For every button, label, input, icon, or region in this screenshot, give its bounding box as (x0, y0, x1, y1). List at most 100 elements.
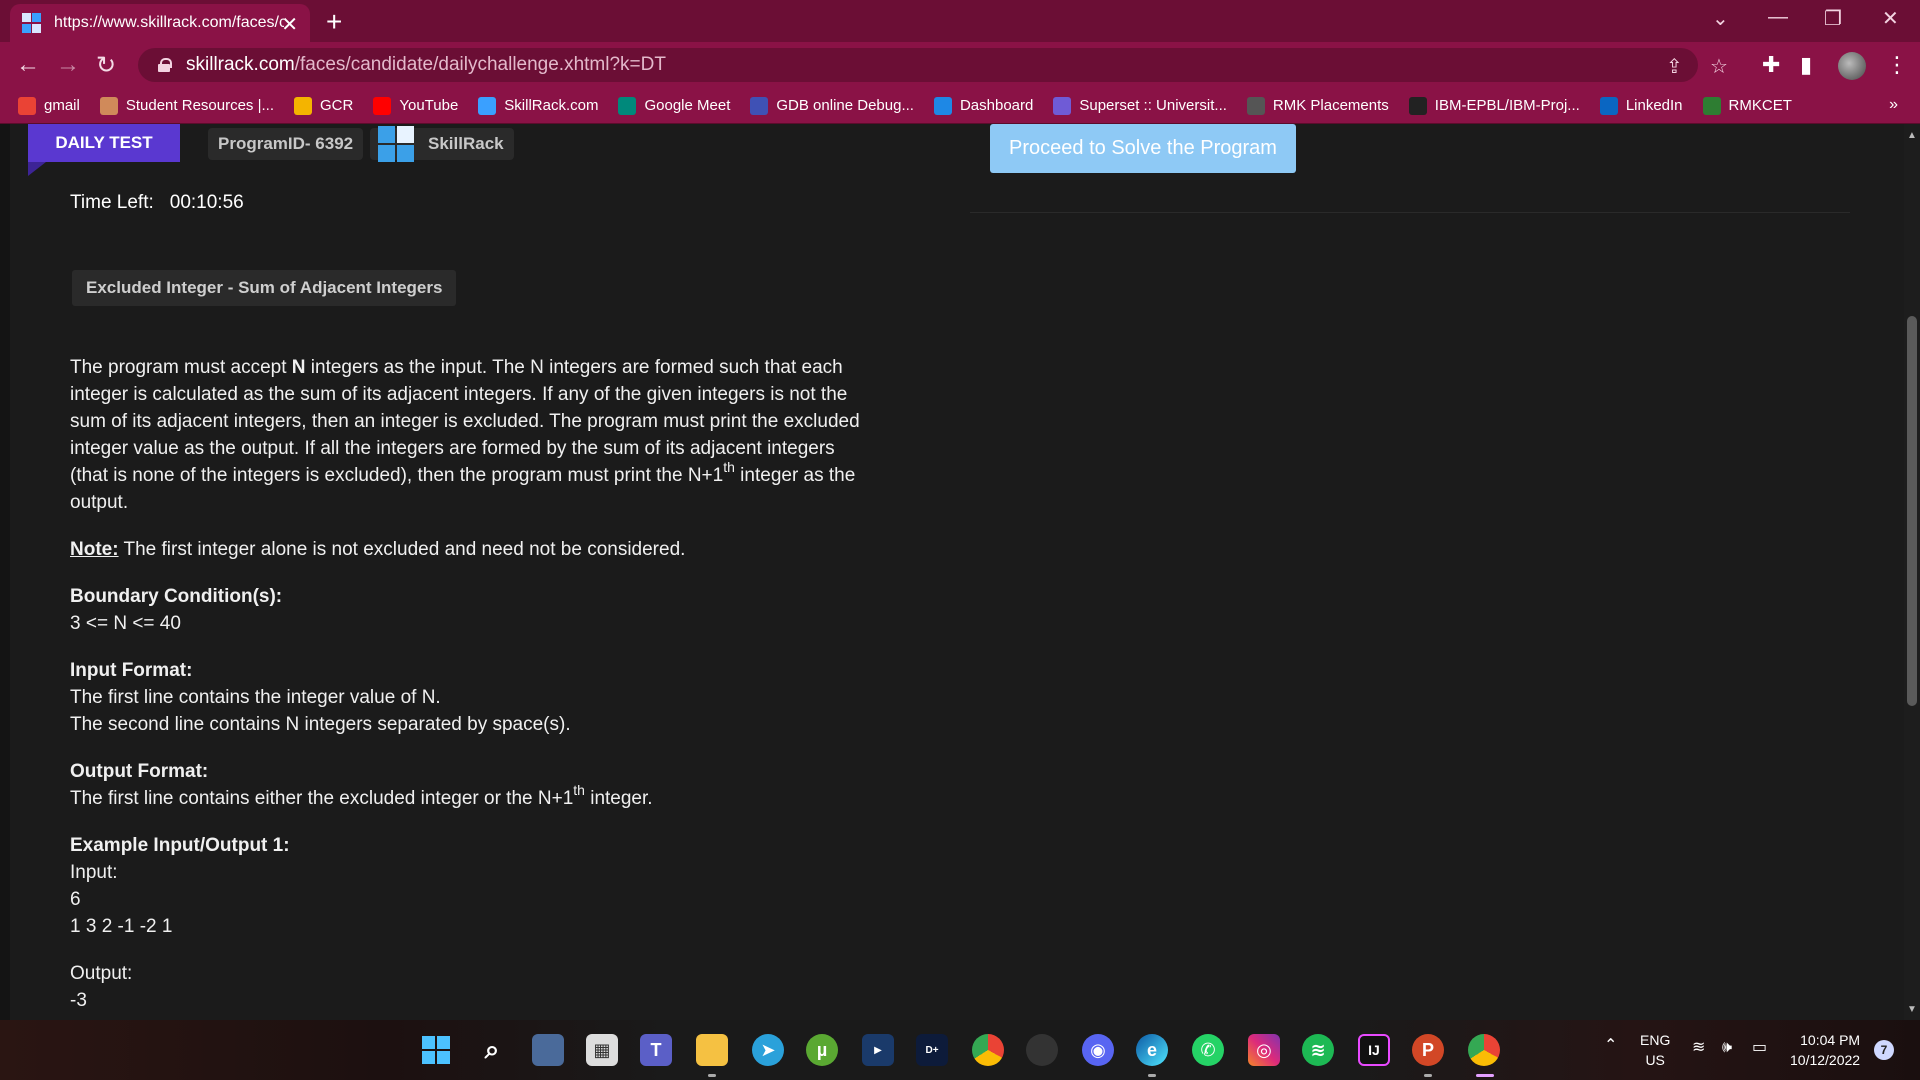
bookmark-item[interactable]: RMK Placements (1246, 96, 1389, 115)
bookmark-label: IBM-EPBL/IBM-Proj... (1434, 97, 1580, 114)
disney-hotstar-icon[interactable]: D+ (916, 1034, 948, 1066)
forward-button[interactable]: → (56, 51, 80, 79)
widgets-icon[interactable] (532, 1034, 564, 1066)
bookmark-label: YouTube (399, 97, 459, 114)
taskbar-running-indicator (1424, 1074, 1432, 1077)
example-output-label: Output: (70, 963, 133, 984)
output-format-text: The first line contains either the exclu… (70, 788, 574, 809)
note-label: Note: (70, 539, 119, 560)
bookmark-item[interactable]: YouTube (373, 96, 459, 115)
whatsapp-icon[interactable]: ✆ (1192, 1034, 1224, 1066)
bookmark-label: SkillRack.com (504, 97, 599, 114)
side-panel-icon[interactable]: ▮ (1800, 52, 1812, 78)
browser-tab[interactable]: https://www.skillrack.com/faces/c ✕ (10, 4, 310, 42)
discord-icon[interactable]: ◉ (1082, 1034, 1114, 1066)
time-left: Time Left: 00:10:56 (70, 192, 244, 214)
rmk-placements-icon (1246, 96, 1265, 115)
input-format-heading: Input Format: (70, 660, 193, 681)
language-indicator[interactable]: ENG US (1640, 1030, 1670, 1070)
spotify-icon[interactable]: ≋ (1302, 1034, 1334, 1066)
extensions-icon[interactable]: ✚ (1762, 52, 1780, 78)
wifi-icon[interactable]: ≋ (1692, 1038, 1705, 1058)
url-input[interactable]: skillrack.com/faces/candidate/dailychall… (138, 48, 1728, 82)
volume-icon[interactable]: 🕪 (1722, 1038, 1732, 1058)
instagram-icon[interactable]: ◎ (1248, 1034, 1280, 1066)
time-left-value: 00:10:56 (169, 192, 244, 213)
utorrent-icon[interactable]: µ (806, 1034, 838, 1066)
page-scrollbar[interactable]: ▲ ▼ (1904, 124, 1920, 1020)
example-output-value: -3 (70, 990, 87, 1011)
bookmark-item[interactable]: GCR (294, 96, 354, 115)
intellij-icon[interactable]: IJ (1358, 1034, 1390, 1066)
bookmark-item[interactable]: Superset :: Universit... (1053, 96, 1227, 115)
menu-kebab-icon[interactable]: ⋮ (1886, 52, 1908, 78)
back-button[interactable]: ← (16, 51, 40, 79)
scroll-thumb[interactable] (1907, 316, 1917, 706)
url-host: skillrack.com (186, 54, 295, 75)
desc-text: output. (70, 492, 129, 513)
proceed-to-solve-button[interactable]: Proceed to Solve the Program (990, 124, 1296, 173)
clock[interactable]: 10:04 PM 10/12/2022 (1790, 1030, 1860, 1070)
reload-button[interactable]: ↻ (96, 51, 116, 80)
boundary-heading: Boundary Condition(s): (70, 586, 283, 607)
desc-text: integer as the (734, 465, 856, 486)
bookmark-item[interactable]: SkillRack.com (478, 96, 599, 115)
example-section: Example Input/Output 1: Input: 6 1 3 2 -… (70, 832, 920, 940)
dashboard-icon (933, 96, 952, 115)
example-output-section: Output: -3 (70, 960, 920, 1014)
youtube-icon (373, 96, 392, 115)
edge-icon[interactable]: e (1136, 1034, 1168, 1066)
clock-date: 10/12/2022 (1790, 1052, 1861, 1068)
page-content: DAILY TEST ProgramID- 6392 SkillRack Pro… (0, 124, 1904, 1020)
chrome-active-icon[interactable] (1468, 1034, 1500, 1066)
new-tab-button[interactable]: + (326, 6, 342, 38)
scroll-down-arrow-icon[interactable]: ▼ (1907, 1004, 1917, 1015)
windows-start-icon[interactable] (420, 1034, 452, 1066)
bookmarks-overflow-icon[interactable]: » (1889, 96, 1898, 114)
bookmark-label: Superset :: Universit... (1079, 97, 1227, 114)
close-window-button[interactable]: ✕ (1882, 6, 1899, 31)
notification-badge[interactable]: 7 (1874, 1040, 1894, 1060)
chrome-icon[interactable] (972, 1034, 1004, 1066)
program-id-badge: ProgramID- 6392 (208, 128, 364, 160)
bookmark-item[interactable]: GDB online Debug... (750, 96, 914, 115)
bookmark-item[interactable]: Google Meet (618, 96, 730, 115)
show-hidden-icons-icon[interactable]: ⌃ (1604, 1036, 1617, 1056)
profile-avatar[interactable] (1838, 52, 1866, 80)
minimize-button[interactable]: — (1768, 6, 1788, 29)
powerpoint-icon[interactable]: P (1412, 1034, 1444, 1066)
tab-search-icon[interactable]: ⌄ (1712, 6, 1729, 31)
bookmark-item[interactable]: LinkedIn (1599, 96, 1683, 115)
store-icon[interactable]: ▦ (586, 1034, 618, 1066)
telegram-icon[interactable]: ➤ (752, 1034, 784, 1066)
ribbon-fold (28, 162, 46, 176)
search-icon[interactable]: ⌕ (476, 1034, 508, 1066)
time-left-label: Time Left: (70, 192, 154, 213)
scroll-up-arrow-icon[interactable]: ▲ (1907, 130, 1917, 141)
address-bar: ← → ↻ skillrack.com/faces/candidate/dail… (0, 42, 1920, 88)
teams-icon[interactable]: T (640, 1034, 672, 1066)
share-icon[interactable]: ⇪ (1666, 54, 1683, 79)
bookmark-star-icon[interactable]: ☆ (1710, 54, 1728, 79)
google-classroom-icon (294, 96, 312, 115)
bookmark-item[interactable]: gmail (18, 96, 80, 115)
prime-video-icon[interactable]: ▶ (862, 1034, 894, 1066)
student-resources-icon (99, 96, 118, 115)
bookmark-label: GCR (320, 97, 354, 114)
boundary-text: 3 <= N <= 40 (70, 613, 181, 634)
gmail-icon (18, 96, 36, 115)
bookmark-item[interactable]: RMKCET (1702, 96, 1792, 115)
file-explorer-icon[interactable] (696, 1034, 728, 1066)
restore-button[interactable]: ❐ (1824, 6, 1842, 31)
battery-icon[interactable]: ▭ (1752, 1038, 1767, 1058)
windows-taskbar: ⌕ ▦ T ➤ µ ▶ D+ ◉ e ✆ ◎ ≋ IJ P ⌃ ENG US ≋… (0, 1020, 1920, 1080)
bookmark-item[interactable]: Student Resources |... (99, 96, 274, 115)
bookmark-item[interactable]: IBM-EPBL/IBM-Proj... (1408, 96, 1580, 115)
description-paragraph: The program must accept N integers as th… (70, 354, 920, 516)
google-meet-icon (618, 96, 637, 115)
alienware-icon[interactable] (1026, 1034, 1058, 1066)
bookmark-item[interactable]: Dashboard (933, 96, 1033, 115)
desc-text: integer is calculated as the sum of its … (70, 384, 848, 405)
bookmark-label: gmail (44, 97, 80, 114)
tab-close-icon[interactable]: ✕ (281, 12, 298, 37)
